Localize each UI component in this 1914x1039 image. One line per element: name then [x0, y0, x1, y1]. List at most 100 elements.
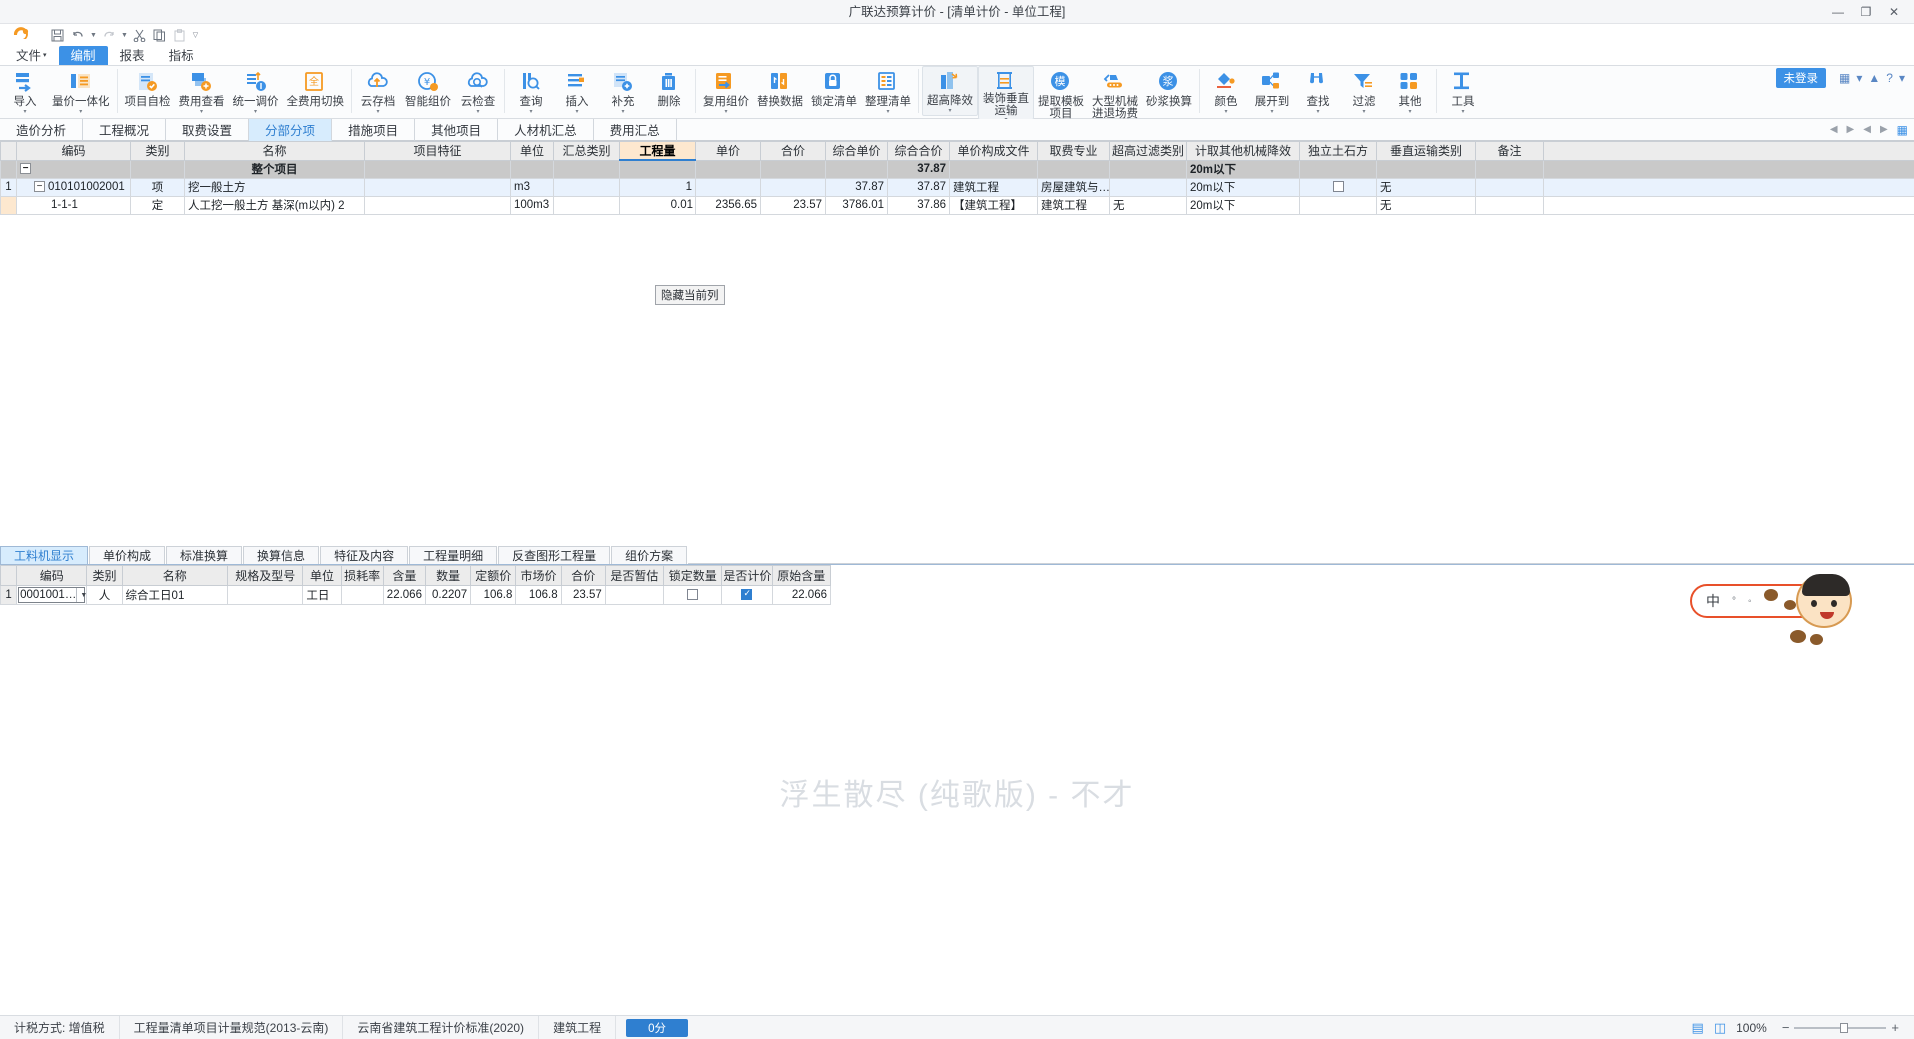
- copy-icon[interactable]: [150, 26, 169, 45]
- detail-col-code[interactable]: 编码: [16, 565, 88, 586]
- table-row[interactable]: − 整个项目 37.87 20m以下: [0, 159, 1914, 179]
- ribbon-button-decoration-vertical[interactable]: 装饰垂直 运输 ▾: [978, 66, 1034, 123]
- detail-col-unit[interactable]: 单位: [302, 565, 342, 586]
- col-header-category[interactable]: 类别: [130, 142, 185, 161]
- ribbon-button-query[interactable]: 查询 ▾: [508, 66, 554, 116]
- ribbon-button-smart-pricing[interactable]: ¥ 智能组价: [401, 66, 455, 116]
- cell-remark[interactable]: [1475, 177, 1544, 197]
- is-priced-checkbox[interactable]: [741, 588, 753, 601]
- menu-item-report[interactable]: 报表: [108, 46, 157, 65]
- minimize-button[interactable]: —: [1824, 1, 1852, 23]
- detail-cell-is-provisional[interactable]: [604, 585, 665, 605]
- login-status-badge[interactable]: 未登录: [1775, 68, 1827, 88]
- tab-measure-items[interactable]: 措施项目: [332, 119, 416, 141]
- expand-collapse-icon[interactable]: −: [34, 181, 45, 193]
- cell-feature[interactable]: [364, 195, 511, 215]
- independent-earth-checkbox[interactable]: [1332, 181, 1344, 193]
- col-header-vertical-transport[interactable]: 垂直运输类别: [1376, 142, 1476, 161]
- col-header-unit[interactable]: 单位: [510, 142, 554, 161]
- detail-cell-category[interactable]: 人: [86, 585, 123, 605]
- ribbon-button-lock-list[interactable]: 锁定清单: [807, 66, 861, 116]
- ribbon-button-expand-to[interactable]: 展开到 ▾: [1249, 66, 1295, 116]
- detail-cell-unit[interactable]: 工日: [302, 585, 342, 605]
- col-header-independent-earth[interactable]: 独立土石方: [1299, 142, 1377, 161]
- ribbon-button-cloud-archive[interactable]: 云存档 ▾: [355, 66, 401, 116]
- ribbon-button-extract-template[interactable]: 模 提取模板 项目: [1034, 66, 1088, 120]
- detail-col-loss-rate[interactable]: 损耗率: [340, 565, 384, 586]
- col-header-comp-total-price[interactable]: 综合合价: [887, 142, 950, 161]
- detail-col-content[interactable]: 含量: [382, 565, 426, 586]
- zoom-slider[interactable]: − +: [1777, 1020, 1904, 1035]
- ribbon-button-supplement[interactable]: 补充 ▾: [600, 66, 646, 116]
- detail-cell-content[interactable]: 22.066: [382, 585, 426, 605]
- zoom-knob[interactable]: [1840, 1022, 1849, 1033]
- ribbon-button-color[interactable]: 颜色 ▾: [1203, 66, 1249, 116]
- detail-cell-lock-qty[interactable]: [663, 585, 723, 605]
- cell-remark[interactable]: [1475, 195, 1544, 215]
- ribbon-button-mortar-conversion[interactable]: 浆 砂浆换算: [1142, 66, 1196, 116]
- ribbon-button-find[interactable]: 查找 ▾: [1295, 66, 1341, 116]
- col-header-superhigh-filter[interactable]: 超高过滤类别: [1109, 142, 1187, 161]
- help-icon[interactable]: ?: [1886, 71, 1893, 85]
- ribbon-button-filter[interactable]: 过滤 ▾: [1341, 66, 1387, 116]
- detail-cell-fixed-price[interactable]: 106.8: [470, 585, 517, 605]
- save-icon[interactable]: [48, 26, 67, 45]
- detail-tab-pricing-plan[interactable]: 组价方案: [611, 546, 688, 564]
- detail-col-is-provisional[interactable]: 是否暂估: [604, 565, 665, 586]
- cell-code[interactable]: −010101002001: [16, 177, 131, 197]
- assistant-mascot[interactable]: 中 ° ◦: [1690, 574, 1870, 656]
- cell-quantity[interactable]: 0.01: [619, 195, 696, 215]
- account-icon[interactable]: ▾: [1856, 71, 1862, 85]
- customize-qat-icon[interactable]: ▽: [190, 31, 201, 39]
- menu-item-indicator[interactable]: 指标: [157, 46, 206, 65]
- cell-superhigh-filter[interactable]: 无: [1109, 195, 1187, 215]
- quantity-editor[interactable]: 0.01: [620, 197, 695, 213]
- detail-tab-standard-conversion[interactable]: 标准换算: [166, 546, 243, 564]
- cell-summary-type[interactable]: [553, 195, 620, 215]
- col-header-quantity[interactable]: 工程量: [619, 142, 696, 161]
- tab-list-icon[interactable]: ▦: [1897, 123, 1908, 137]
- menu-item-compile[interactable]: 编制: [58, 46, 108, 65]
- col-header-remark[interactable]: 备注: [1475, 142, 1544, 161]
- ribbon-button-cloud-check[interactable]: 云检查 ▾: [455, 66, 501, 116]
- detail-tab-material-display[interactable]: 工料机显示: [0, 546, 89, 564]
- lock-quantity-checkbox[interactable]: [687, 589, 699, 601]
- detail-cell-spec[interactable]: [227, 585, 304, 605]
- cell-vertical-transport[interactable]: 无: [1376, 195, 1476, 215]
- tab-cost-summary[interactable]: 费用汇总: [593, 119, 677, 141]
- tab-labor-material-summary[interactable]: 人材机汇总: [498, 119, 594, 141]
- ribbon-button-organize-list[interactable]: 整理清单 ▾: [861, 66, 915, 116]
- cell-vertical-transport[interactable]: 无: [1376, 177, 1476, 197]
- ribbon-button-unified-price[interactable]: 统一调价 ▾: [229, 66, 283, 116]
- detail-col-market-price[interactable]: 市场价: [515, 565, 562, 586]
- cell-code[interactable]: −: [16, 159, 131, 179]
- detail-tab-quantity-detail[interactable]: 工程量明细: [409, 546, 498, 564]
- detail-tab-conversion-info[interactable]: 换算信息: [243, 546, 320, 564]
- detail-col-lock-qty[interactable]: 锁定数量: [663, 565, 723, 586]
- scroll-last-icon[interactable]: ▶: [1880, 124, 1888, 135]
- col-header-feature[interactable]: 项目特征: [364, 142, 511, 161]
- redo-icon[interactable]: [99, 26, 118, 45]
- cell-fee-major[interactable]: 建筑工程: [1037, 195, 1110, 215]
- cell-independent-earth[interactable]: [1299, 195, 1377, 215]
- detail-col-name[interactable]: 名称: [121, 565, 229, 586]
- detail-col-quantity[interactable]: 数量: [424, 565, 472, 586]
- col-header-unit-price[interactable]: 单价: [695, 142, 761, 161]
- detail-col-fixed-price[interactable]: 定额价: [470, 565, 517, 586]
- cell-code[interactable]: 1-1-1: [16, 195, 131, 215]
- tab-other-items[interactable]: 其他项目: [415, 119, 499, 141]
- col-header-total-price[interactable]: 合价: [760, 142, 826, 161]
- detail-cell-quantity[interactable]: 0.2207: [424, 585, 472, 605]
- expand-collapse-icon[interactable]: −: [20, 163, 31, 175]
- undo-dropdown-icon[interactable]: ▼: [88, 32, 99, 39]
- ribbon-button-project-check[interactable]: 项目自检: [121, 66, 175, 116]
- scroll-next-icon[interactable]: ◀: [1863, 124, 1871, 135]
- cell-other-machinery[interactable]: 20m以下: [1186, 195, 1300, 215]
- cell-name[interactable]: 挖一般土方: [184, 177, 365, 197]
- cell-unit[interactable]: m3: [510, 177, 554, 197]
- view-normal-icon[interactable]: ▤: [1692, 1020, 1704, 1036]
- zoom-track[interactable]: [1794, 1022, 1887, 1033]
- status-score-badge[interactable]: 0分: [626, 1018, 688, 1037]
- ribbon-button-delete[interactable]: 删除: [646, 66, 692, 116]
- menu-item-file[interactable]: 文件 ▾: [4, 46, 59, 65]
